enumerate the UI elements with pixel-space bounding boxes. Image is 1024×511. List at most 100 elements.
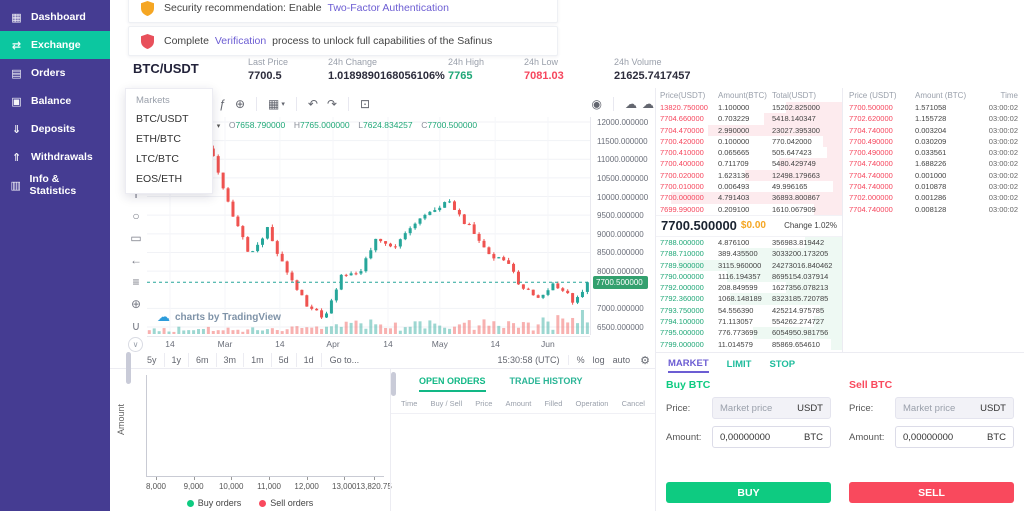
scale-button-auto[interactable]: auto [613,355,631,365]
buy-order-row[interactable]: 7795.000000 776.773699 6054950.981756 [656,327,842,339]
measure-icon[interactable]: ▭ [125,227,147,249]
order-total: 6054950.981756 [772,328,829,338]
sidebar-item-orders[interactable]: ▤ Orders [0,59,110,87]
depth-plot[interactable] [146,375,384,477]
order-amount: 0.006493 [718,182,750,192]
sell-order-row[interactable]: 7704.660000 0.703229 5418.140347 [656,113,842,125]
pair-title[interactable]: BTC/USDT [133,61,199,76]
scale-button-log[interactable]: log [593,355,605,365]
order-amount: 208.849599 [718,283,758,293]
buy-button[interactable]: BUY [666,482,831,503]
interval-1y[interactable]: 1y [165,353,190,367]
sell-order-row[interactable]: 13820.750000 1.100000 15202.825000 [656,102,842,114]
arrow-tool-icon[interactable]: ← [125,249,147,271]
zoom-in-icon[interactable]: ⊕ [125,293,147,315]
buy-order-row[interactable]: 7790.000000 1116.194357 8695154.037914 [656,270,842,283]
depth-x-axis: 8,000 9,000 10,000 11,000 12,000 13,000 13,820… [146,477,392,493]
scale-button-percent[interactable]: % [577,355,585,365]
interval-1m[interactable]: 1m [244,353,272,367]
order-price: 7795.000000 [660,328,704,338]
buy-order-row[interactable]: 7788.710000 389.435500 3033200.173205 [656,248,842,260]
tab-market[interactable]: MARKET [668,358,709,373]
market-stat-24h-high: 24h High 7765 [448,57,524,82]
trade-price: 7704.740000 [849,125,893,135]
buy-order-row[interactable]: 7792.000000 208.849599 1627356.078213 [656,282,842,294]
indicators-icon[interactable]: ƒ [219,97,226,111]
order-price: 7700.010000 [660,182,704,192]
undo-icon[interactable]: ↶ [308,97,318,111]
shapes-icon[interactable]: ○ [125,205,147,227]
market-option-eth-btc[interactable]: ETH/BTC [126,129,212,149]
candlestick-chart[interactable] [147,117,590,335]
buy-price-field[interactable]: Market price USDT [712,397,831,419]
sell-amount-input[interactable] [896,431,980,443]
market-option-eos-eth[interactable]: EOS/ETH [126,169,212,189]
market-option-btc-usdt[interactable]: BTC/USDT [126,109,212,129]
tab-stop[interactable]: STOP [769,359,795,372]
order-amount: 0.209100 [718,204,750,214]
tab-open-orders[interactable]: OPEN ORDERS [419,376,486,392]
sidebar-item-exchange[interactable]: ⇄ Exchange [0,31,110,59]
buy-order-row[interactable]: 7799.000000 11.014579 85869.654610 [656,338,842,350]
buy-order-row[interactable]: 7794.100000 71.113057 554262.274727 [656,316,842,328]
camera-icon[interactable]: ◉ [592,97,602,111]
trade-price: 7700.500000 [849,103,893,112]
sidebar-item-dashboard[interactable]: ▦ Dashboard [0,3,110,31]
buy-order-row[interactable]: 7788.000000 4.876100 356983.819442 [656,236,842,249]
sidebar-item-label: Withdrawals [31,151,93,163]
sell-order-row[interactable]: 7700.010000 0.006493 49.996165 [656,181,842,193]
verification-link[interactable]: Verification [215,35,266,47]
buy-order-row[interactable]: 7793.750000 54.556390 425214.975785 [656,304,842,317]
sidebar-item-balance[interactable]: ▣ Balance [0,87,110,115]
scrollbar-thumb[interactable] [126,352,131,384]
layout-grid-icon[interactable]: ▦ ▾ [268,97,285,111]
sell-order-row[interactable]: 7700.000000 4.791403 36893.800867 [656,192,842,204]
tab-limit[interactable]: LIMIT [727,359,752,372]
interval-5d[interactable]: 5d [272,353,297,367]
tradingview-watermark[interactable]: ☁ charts by TradingView [157,309,281,325]
notification-prefix: Security recommendation: Enable [164,2,322,14]
ohlc-low-value: 7624.834257 [362,120,413,130]
two-factor-link[interactable]: Two-Factor Authentication [328,2,449,14]
patterns-icon[interactable]: ≡ [125,271,147,293]
interval-6m[interactable]: 6m [189,353,217,367]
orders-column-header: Filled [544,399,563,408]
chart-price-axis[interactable]: 7700.500000 12000.000000 11500.000000 1100… [590,117,650,335]
interval-1d[interactable]: 1d [297,353,322,367]
sidebar-item-info-statistics[interactable]: ▥ Info & Statistics [0,171,110,199]
order-price: 7790.000000 [660,271,704,281]
sidebar-item-withdrawals[interactable]: ⇑ Withdrawals [0,143,110,171]
buy-amount-input[interactable] [713,431,797,443]
sell-order-row[interactable]: 7699.990000 0.209100 1610.067909 [656,203,842,215]
fullscreen-icon[interactable]: ⊡ [360,97,370,111]
interval-3m[interactable]: 3m [217,353,245,367]
market-option-ltc-btc[interactable]: LTC/BTC [126,149,212,169]
sidebar-item-deposits[interactable]: ⇓ Deposits [0,115,110,143]
sell-order-row[interactable]: 7700.410000 0.065665 505.647423 [656,147,842,159]
chart-time-axis[interactable]: 14 Mar 14 Apr 14 May 14 Jun [147,336,590,349]
sell-order-row[interactable]: 7700.420000 0.100000 770.042000 [656,135,842,148]
cloud-upload-icon[interactable]: ☁ ↑ [642,97,654,111]
sell-order-row[interactable]: 7700.400000 0.711709 5480.429749 [656,158,842,170]
buy-order-row[interactable]: 7789.900000 3115.960000 24273016.840462 [656,259,842,271]
redo-icon[interactable]: ↷ [327,97,337,111]
order-price: 7789.900000 [660,260,704,270]
order-book-sells: 13820.750000 1.100000 15202.825000 7704.660… [656,102,842,215]
chevron-down-icon[interactable]: ▾ [217,123,221,130]
sell-button[interactable]: SELL [849,482,1014,503]
buy-order-row[interactable]: 7792.360000 1068.148189 8323185.720785 [656,293,842,305]
buy-form-title: Buy BTC [666,379,711,391]
tab-trade-history[interactable]: TRADE HISTORY [510,376,583,392]
compare-icon[interactable]: ⊕ [235,97,245,111]
chart-area[interactable]: BTC/USDT, D ▾ O7658.790000 H7765.000000 … [147,117,590,335]
price-axis-label: 8500.000000 [597,248,644,258]
sell-order-row[interactable]: 7704.470000 2.990000 23027.395300 [656,124,842,136]
interval-5y[interactable]: 5y [140,353,165,367]
goto-button[interactable]: Go to... [330,355,360,365]
cloud-download-icon[interactable]: ☁ ↓ [625,97,637,111]
magnet-icon[interactable]: ∪ [125,315,147,337]
gear-icon[interactable]: ⚙ [640,354,650,367]
sell-order-row[interactable]: 7700.020000 1.623136 12498.179663 [656,169,842,182]
sell-price-field[interactable]: Market price USDT [895,397,1014,419]
scrollbar-thumb[interactable] [391,372,396,396]
